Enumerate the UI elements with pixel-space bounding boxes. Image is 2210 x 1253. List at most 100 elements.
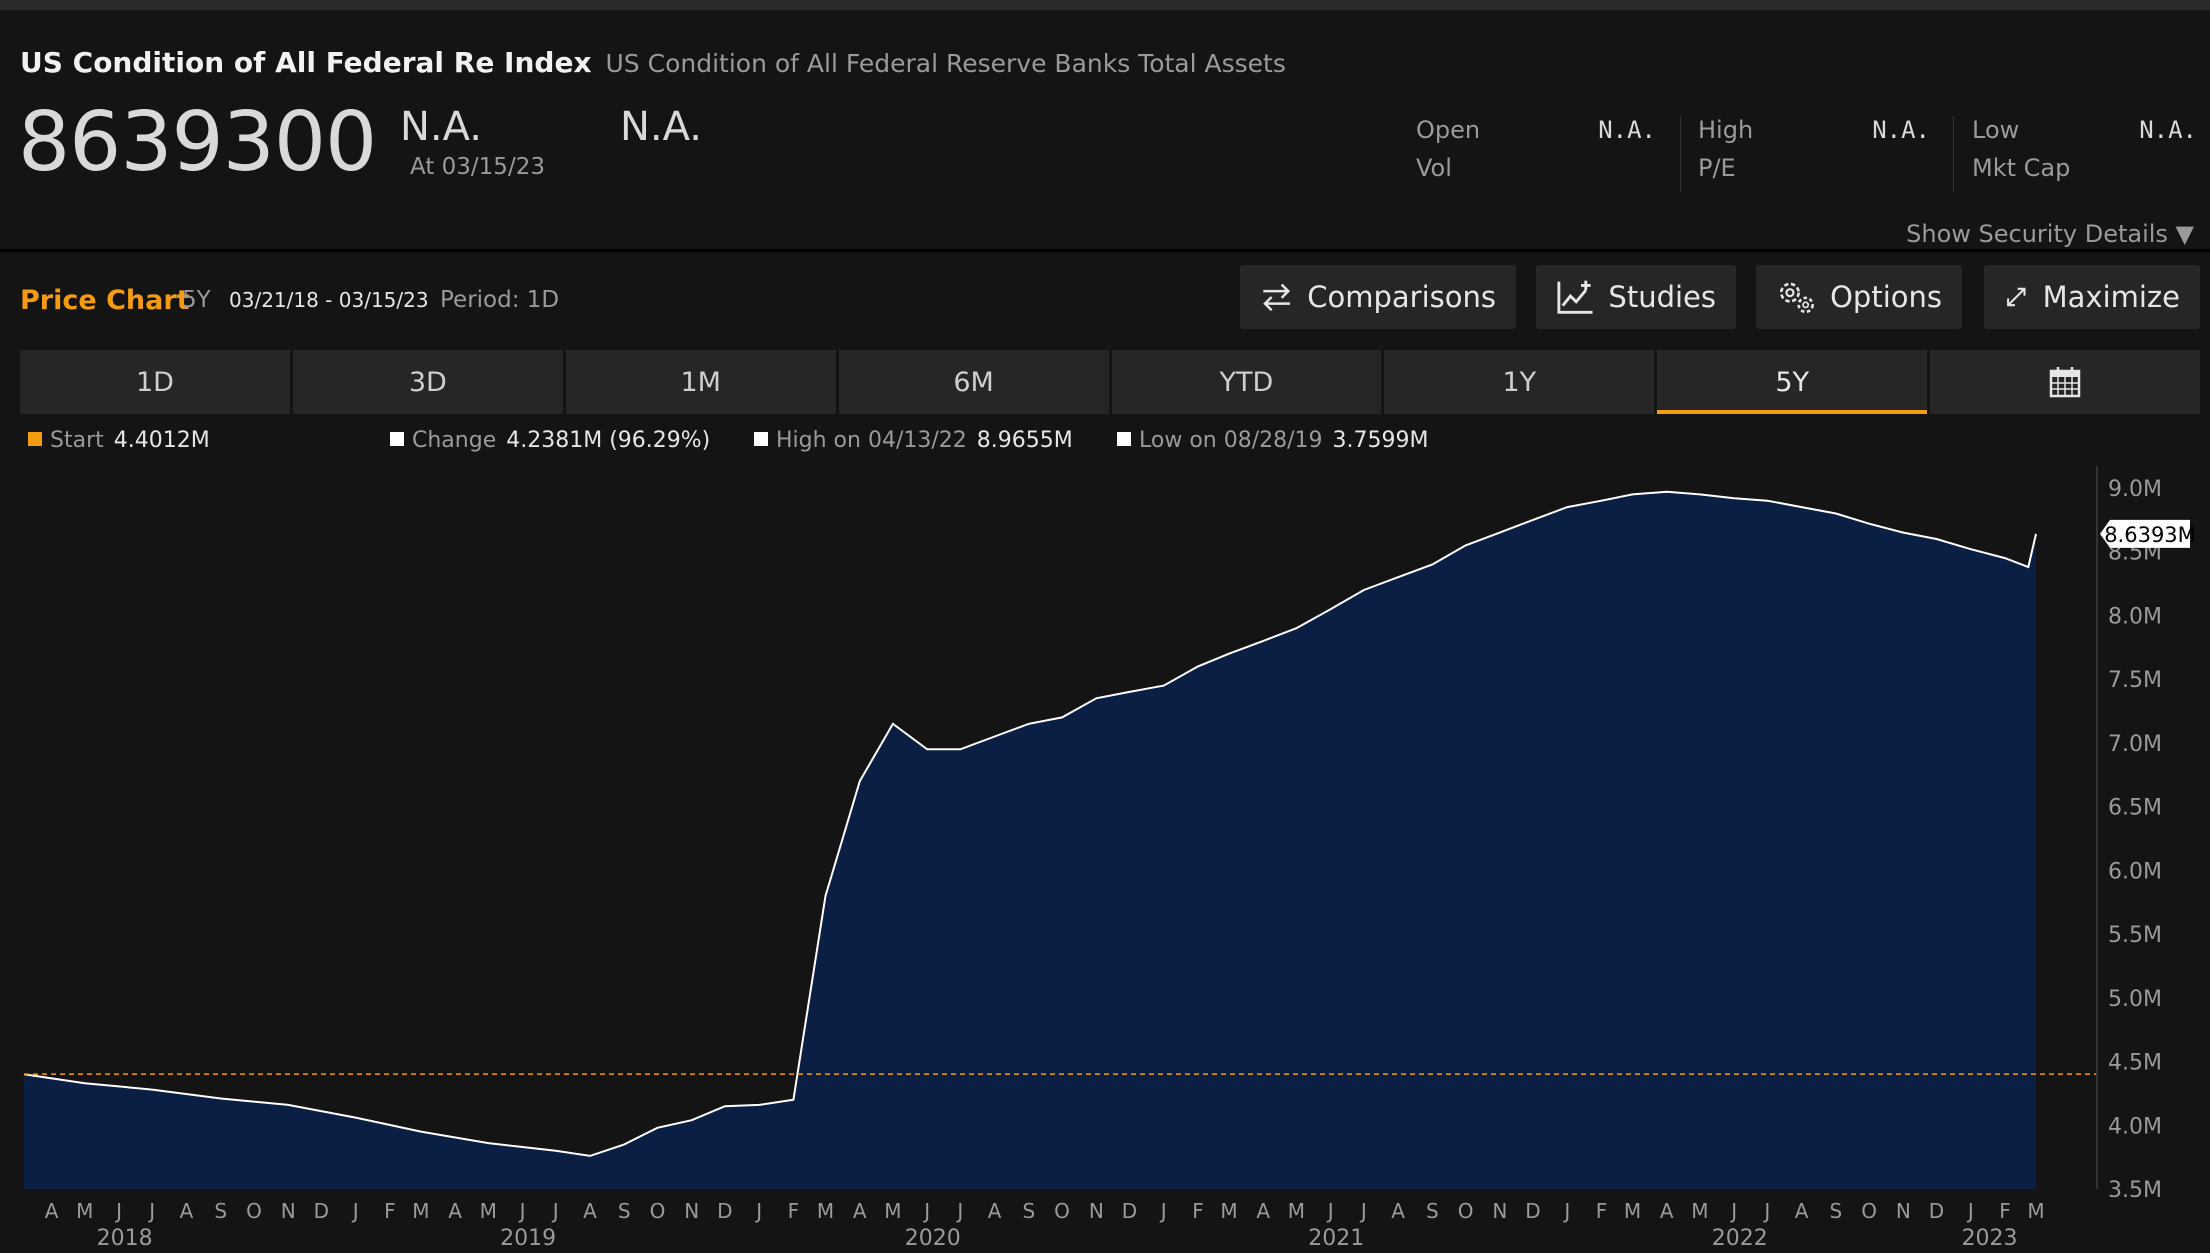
x-tick-label: O (1054, 1199, 1070, 1223)
x-tick-label: D (1525, 1199, 1540, 1223)
y-tick-label: 6.0M (2108, 859, 2162, 884)
x-tick-label: N (684, 1199, 699, 1223)
stat-value-high: N.A. (1872, 116, 1930, 144)
tab-1d[interactable]: 1D (20, 350, 290, 414)
tab-1m[interactable]: 1M (565, 350, 836, 414)
y-tick-label: 7.0M (2108, 732, 2162, 757)
stat-value-vol (1598, 154, 1656, 182)
y-tick-label: 9.0M (2108, 477, 2162, 502)
legend-swatch (754, 432, 768, 446)
year-label: 2018 (97, 1226, 153, 1251)
x-tick-label: N (281, 1199, 296, 1223)
x-tick-label: J (922, 1199, 930, 1223)
legend-change-value: 4.2381M (96.29%) (506, 428, 711, 453)
stat-label-open: Open (1416, 116, 1481, 144)
x-tick-label: O (650, 1199, 666, 1223)
legend-high-value: 8.9655M (976, 428, 1073, 453)
stat-label-high: High (1698, 116, 1754, 144)
x-tick-label: M (884, 1199, 901, 1223)
as-of-date: At 03/15/23 (410, 154, 545, 180)
y-tick-label: 6.5M (2108, 796, 2162, 821)
last-price: 8639300 (18, 95, 377, 190)
x-tick-label: M (1624, 1199, 1641, 1223)
chart-period: Period: 1D (440, 287, 560, 313)
studies-button[interactable]: Studies (1536, 265, 1736, 329)
show-security-details-toggle[interactable]: Show Security Details ▼ (1906, 220, 2194, 248)
stat-value-open: N.A. (1598, 116, 1656, 144)
x-tick-label: D (314, 1199, 329, 1223)
studies-label: Studies (1608, 280, 1716, 314)
stat-label-vol: Vol (1416, 154, 1452, 182)
x-tick-label: J (1762, 1199, 1770, 1223)
x-tick-label: J (1966, 1199, 1974, 1223)
top-strip (0, 0, 2210, 10)
x-tick-label: S (1023, 1199, 1036, 1223)
legend-low-label: Low on 08/28/19 (1139, 428, 1323, 453)
series-area (24, 491, 2036, 1189)
legend-high-label: High on 04/13/22 (776, 428, 967, 453)
tab-5y[interactable]: 5Y (1657, 350, 1928, 414)
x-tick-label: A (1660, 1199, 1674, 1223)
options-button[interactable]: Options (1756, 265, 1962, 329)
x-tick-label: J (518, 1199, 526, 1223)
security-subtitle: US Condition of All Federal Reserve Bank… (605, 49, 1286, 78)
stats-open-vol: Open N.A. Vol (1416, 116, 1656, 182)
x-tick-label: A (180, 1199, 194, 1223)
comparisons-button[interactable]: Comparisons (1240, 265, 1516, 329)
stat-divider (1680, 116, 1681, 192)
price-chart-title: Price Chart (20, 285, 190, 316)
tab-ytd[interactable]: YTD (1111, 350, 1382, 414)
legend-change: Change 4.2381M (96.29%) (390, 428, 710, 453)
price-chart-toolbar: Price Chart 5Y 03/21/18 - 03/15/23 Perio… (0, 255, 2210, 341)
x-tick-label: J (551, 1199, 559, 1223)
x-tick-label: D (717, 1199, 732, 1223)
y-tick-label: 4.0M (2108, 1114, 2162, 1139)
price-chart[interactable]: 3.5M 4.0M 4.5M 5.0M 5.5M 6.0M 6.5M 7.0M 7.5M 8.0M… (0, 460, 2210, 1253)
x-tick-label: M (1288, 1199, 1305, 1223)
legend-start: Start 4.4012M (28, 428, 210, 453)
legend-change-label: Change (412, 428, 497, 453)
x-tick-label: S (214, 1199, 227, 1223)
x-tick-label: S (618, 1199, 631, 1223)
stats-low-mktcap: Low N.A. Mkt Cap (1972, 116, 2197, 182)
x-tick-label: M (1220, 1199, 1237, 1223)
tab-3d[interactable]: 3D (292, 350, 563, 414)
x-tick-label: F (1999, 1199, 2011, 1223)
tab-6m[interactable]: 6M (838, 350, 1109, 414)
x-tick-label: F (1596, 1199, 1608, 1223)
x-tick-label: M (412, 1199, 429, 1223)
y-tick-label: 4.5M (2108, 1051, 2162, 1076)
x-tick-label: F (1192, 1199, 1204, 1223)
maximize-button[interactable]: Maximize (1984, 265, 2200, 329)
x-tick-label: J (1159, 1199, 1167, 1223)
swap-arrows-icon (1263, 283, 1291, 312)
comparisons-label: Comparisons (1307, 280, 1496, 314)
security-header: US Condition of All Federal Re Index US C… (0, 10, 2210, 252)
tab-1y[interactable]: 1Y (1384, 350, 1655, 414)
net-change: N.A. (400, 104, 483, 150)
x-tick-label: M (2027, 1199, 2044, 1223)
x-tick-label: J (754, 1199, 762, 1223)
stat-divider (1953, 116, 1954, 192)
options-label: Options (1830, 280, 1942, 314)
gears-icon (1779, 282, 1814, 314)
stats-high-pe: High N.A. P/E (1698, 116, 1930, 182)
tab-calendar[interactable] (1930, 350, 2200, 414)
x-tick-label: S (1426, 1199, 1439, 1223)
x-tick-label: J (114, 1199, 122, 1223)
x-tick-label: F (384, 1199, 396, 1223)
maximize-label: Maximize (2042, 280, 2180, 314)
x-tick-label: J (351, 1199, 359, 1223)
x-tick-label: N (1896, 1199, 1911, 1223)
x-tick-label: A (1795, 1199, 1809, 1223)
x-tick-label: A (45, 1199, 59, 1223)
chart-range-label: 5Y (182, 287, 211, 313)
y-tick-label: 5.5M (2108, 923, 2162, 948)
security-title: US Condition of All Federal Re Index (20, 46, 592, 79)
x-tick-label: N (1492, 1199, 1507, 1223)
x-tick-label: S (1830, 1199, 1843, 1223)
x-tick-label: J (1326, 1199, 1334, 1223)
legend-high: High on 04/13/22 8.9655M (754, 428, 1073, 453)
stat-label-mktcap: Mkt Cap (1972, 154, 2071, 182)
stat-label-pe: P/E (1698, 154, 1736, 182)
